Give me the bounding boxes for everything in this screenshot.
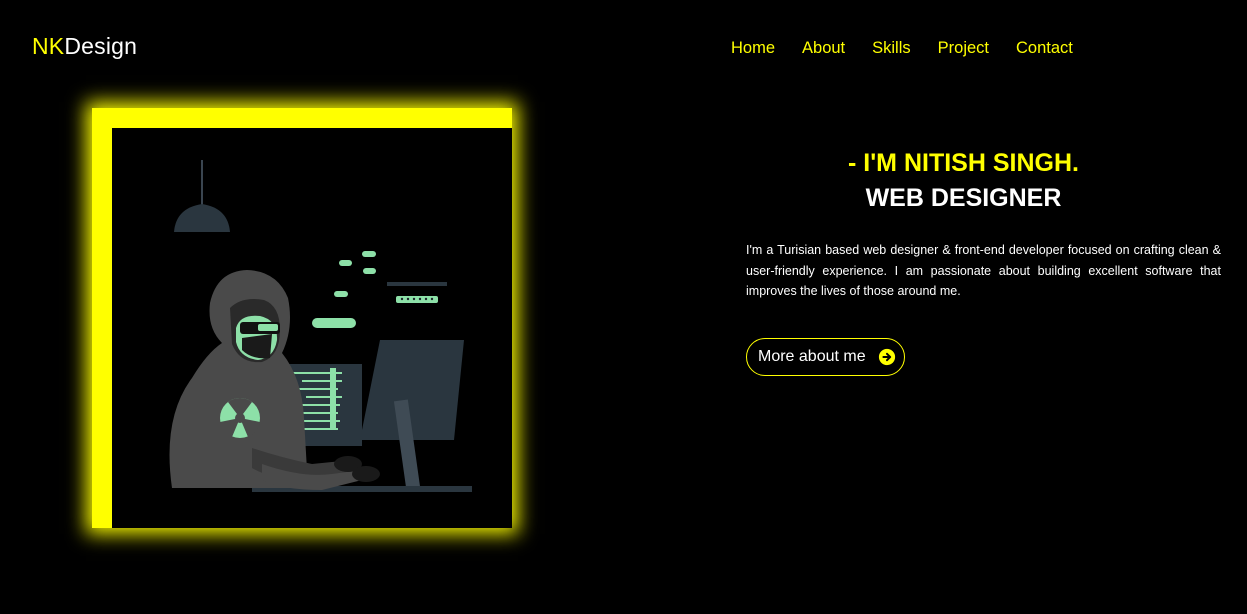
nav-home[interactable]: Home bbox=[731, 39, 775, 58]
more-about-me-label: More about me bbox=[758, 348, 866, 365]
hero-text: - I'M NITISH SINGH. WEB DESIGNER I'm a T… bbox=[746, 148, 1221, 302]
nav-contact[interactable]: Contact bbox=[1016, 39, 1073, 58]
hero-subtitle: WEB DESIGNER bbox=[865, 184, 1062, 212]
nav-project[interactable]: Project bbox=[938, 39, 989, 58]
hero-title: - I'M NITISH SINGH. bbox=[848, 149, 1079, 177]
logo-part-design: Design bbox=[64, 33, 138, 59]
hero-illustration bbox=[112, 128, 512, 528]
nav-about[interactable]: About bbox=[802, 39, 845, 58]
nav-skills[interactable]: Skills bbox=[872, 39, 911, 58]
more-about-me-button[interactable]: More about me bbox=[746, 338, 905, 376]
hero-description: I'm a Turisian based web designer & fron… bbox=[746, 243, 1221, 298]
logo[interactable]: NKDesign bbox=[32, 33, 137, 60]
main-nav: Home About Skills Project Contact bbox=[731, 39, 1100, 58]
logo-part-nk: NK bbox=[32, 33, 65, 59]
arrow-circle-right-icon bbox=[878, 348, 895, 366]
hacker-illustration bbox=[169, 160, 472, 492]
